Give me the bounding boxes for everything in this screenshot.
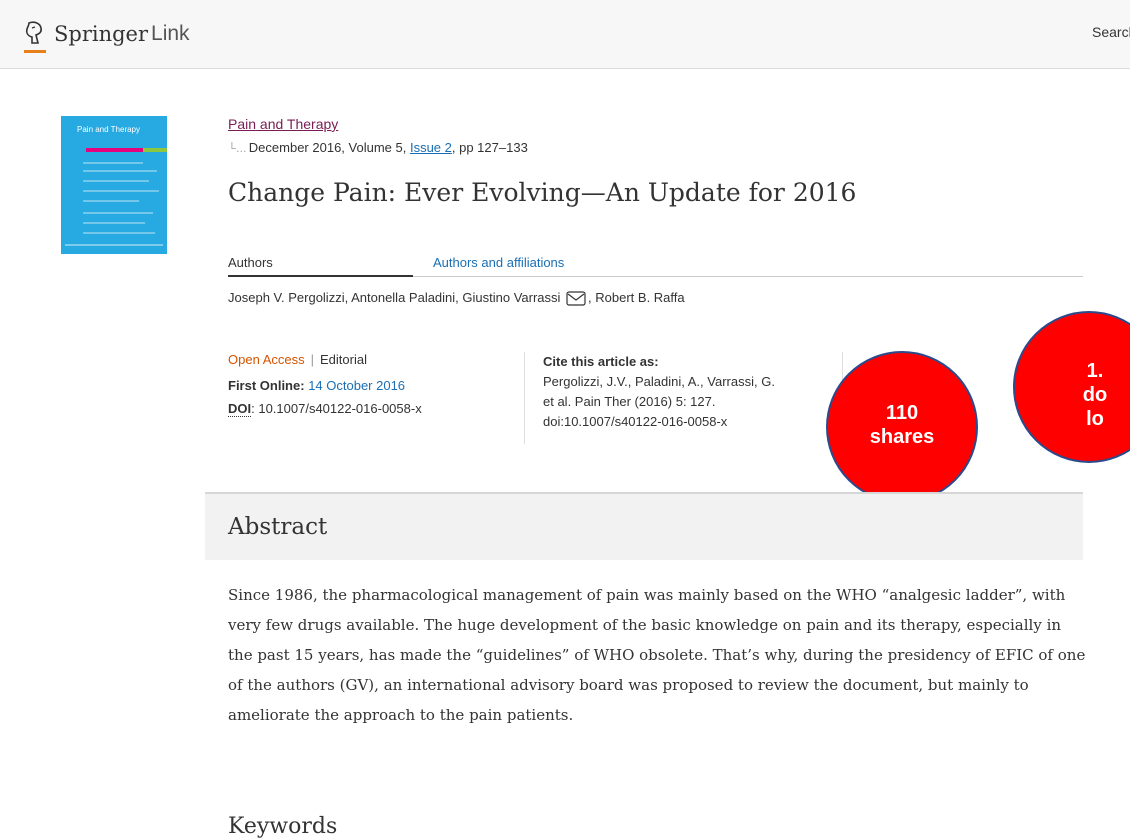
email-icon[interactable]	[566, 291, 586, 306]
downloads-label: do	[1082, 384, 1108, 406]
search-link[interactable]: Search	[1092, 24, 1130, 40]
cite-line: doi:10.1007/s40122-016-0058-x	[543, 414, 728, 429]
keywords-heading: Keywords	[228, 814, 338, 839]
cover-line	[83, 190, 159, 192]
doi-value: : 10.1007/s40122-016-0058-x	[251, 401, 422, 416]
first-online-date[interactable]: 14 October 2016	[308, 378, 405, 393]
logo-underline	[24, 50, 46, 53]
cite-heading: Cite this article as:	[543, 354, 659, 369]
doi-row: DOI: 10.1007/s40122-016-0058-x	[228, 401, 422, 417]
tab-authors-affiliations[interactable]: Authors and affiliations	[433, 255, 564, 270]
shares-label: shares	[869, 426, 935, 448]
top-bar: Springer Link Search	[0, 0, 1130, 69]
springerlink-logo[interactable]: Springer Link	[20, 19, 190, 53]
issue-link[interactable]: Issue 2	[410, 140, 452, 155]
journal-link[interactable]: Pain and Therapy	[228, 116, 338, 132]
cover-line	[83, 180, 149, 182]
abstract-text: Since 1986, the pharmacological manageme…	[228, 586, 1086, 724]
tree-connector-icon: └…	[228, 143, 247, 155]
abstract-heading: Abstract	[228, 514, 328, 540]
cover-footer	[65, 244, 163, 246]
first-online-row: First Online: 14 October 2016	[228, 378, 422, 393]
cover-title: Pain and Therapy	[77, 125, 141, 134]
cover-stripe-green	[143, 148, 167, 152]
access-row: Open Access | Editorial	[228, 352, 422, 367]
date-volume: December 2016, Volume 5,	[248, 140, 407, 155]
article-title: Change Pain: Ever Evolving—An Update for…	[228, 178, 857, 207]
article-meta: Open Access | Editorial First Online: 14 O…	[228, 352, 422, 417]
downloads-badge: 1. do lo	[1013, 311, 1130, 463]
shares-badge: 110 shares	[826, 351, 978, 503]
brand-link: Link	[151, 22, 190, 45]
article-type: Editorial	[320, 352, 367, 367]
cover-line	[83, 222, 145, 224]
authors-last: , Robert B. Raffa	[588, 290, 685, 305]
author-tabs: Authors Authors and affiliations	[228, 252, 1083, 277]
divider	[524, 352, 525, 444]
downloads-label-2: lo	[1086, 408, 1104, 430]
doi-label: DOI	[228, 401, 252, 417]
brand-springer: Springer	[54, 22, 149, 46]
springer-horse-icon	[25, 21, 42, 44]
author-list: Joseph V. Pergolizzi, Antonella Paladini…	[228, 290, 685, 306]
cite-block: Cite this article as: Pergolizzi, J.V., …	[543, 352, 833, 432]
cover-line	[83, 232, 155, 234]
pages: , pp 127–133	[451, 140, 528, 155]
cover-line	[83, 162, 143, 164]
downloads-count: 1.	[1086, 360, 1104, 382]
journal-cover-image[interactable]: Pain and Therapy	[61, 116, 167, 254]
cite-line: Pergolizzi, J.V., Paladini, A., Varrassi…	[543, 374, 775, 389]
first-online-label: First Online:	[228, 378, 305, 393]
shares-count: 110	[885, 402, 919, 424]
cover-line	[83, 212, 153, 214]
issue-info: └… December 2016, Volume 5, Issue 2, pp 1…	[228, 140, 528, 155]
authors-main: Joseph V. Pergolizzi, Antonella Paladini…	[228, 290, 561, 305]
cite-line: et al. Pain Ther (2016) 5: 127.	[543, 394, 716, 409]
cover-line	[83, 170, 157, 172]
abstract-section-header[interactable]: Abstract	[205, 492, 1083, 560]
separator: |	[310, 352, 314, 367]
cover-line	[83, 200, 139, 202]
open-access-link[interactable]: Open Access	[228, 352, 305, 367]
tab-authors[interactable]: Authors	[228, 255, 413, 277]
